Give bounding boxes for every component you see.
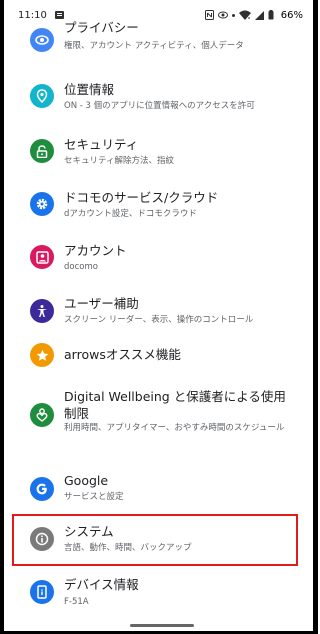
- settings-item-accessibility[interactable]: ユーザー補助 スクリーン リーダー、表示、操作のコントロール: [8, 290, 308, 336]
- settings-item-subtitle: dアカウント設定、ドコモクラウド: [64, 209, 197, 219]
- settings-item-subtitle: サービスと設定: [64, 492, 124, 502]
- google-icon: [30, 477, 54, 501]
- star-icon: [30, 343, 54, 367]
- device-info-icon: [30, 580, 54, 604]
- settings-item-subtitle: F-51A: [64, 597, 89, 607]
- settings-item-subtitle: docomo: [64, 262, 98, 272]
- settings-item-device-info[interactable]: デバイス情報 F-51A: [8, 573, 308, 619]
- settings-item-title: ドコモのサービス/クラウド: [64, 190, 219, 205]
- settings-item-subtitle: スクリーン リーダー、表示、操作のコントロール: [64, 315, 254, 325]
- lock-icon: [30, 139, 54, 163]
- settings-item-privacy[interactable]: プライバシー 権限、アカウント アクティビティ、個人データ: [8, 0, 308, 62]
- settings-item-location[interactable]: 位置情報 ON - 3 個のアプリに位置情報へのアクセスを許可: [8, 74, 308, 120]
- settings-item-account[interactable]: アカウント docomo: [8, 236, 308, 282]
- settings-item-system[interactable]: システム 言語、動作、時間、バックアップ: [8, 522, 308, 568]
- settings-item-title: プライバシー: [64, 20, 139, 35]
- settings-item-subtitle: 権限、アカウント アクティビティ、個人データ: [64, 41, 244, 51]
- settings-item-subtitle: 言語、動作、時間、バックアップ: [64, 543, 192, 553]
- settings-item-subtitle: ON - 3 個のアプリに位置情報へのアクセスを許可: [64, 101, 255, 111]
- settings-item-title: アカウント: [64, 243, 127, 258]
- settings-item-title: Google: [64, 473, 109, 488]
- eye-icon: [30, 28, 54, 52]
- gear-icon: [30, 192, 54, 216]
- settings-item-google[interactable]: Google サービスと設定: [8, 470, 308, 516]
- info-icon: [30, 527, 54, 551]
- settings-item-title: ユーザー補助: [64, 296, 139, 311]
- settings-item-title: 位置情報: [64, 82, 115, 97]
- wellbeing-icon: [30, 403, 54, 427]
- settings-item-arrows-features[interactable]: arrowsオススメ機能: [8, 342, 308, 382]
- settings-item-docomo-services[interactable]: ドコモのサービス/クラウド dアカウント設定、ドコモクラウド: [8, 183, 308, 229]
- settings-list: プライバシー 権限、アカウント アクティビティ、個人データ 位置情報 ON - …: [8, 20, 308, 631]
- phone-screen: 11:10 66% プライバシー 権限、アカウント アクティビティ、個人データ …: [0, 0, 318, 634]
- settings-item-title: デバイス情報: [64, 577, 139, 592]
- gesture-nav-handle[interactable]: [130, 624, 194, 627]
- account-box-icon: [30, 245, 54, 269]
- settings-item-title: Digital Wellbeing と保護者による使用制限: [64, 389, 286, 421]
- location-pin-icon: [30, 84, 54, 108]
- settings-item-security[interactable]: セキュリティ セキュリティ解除方法、指紋: [8, 130, 308, 176]
- settings-item-title: arrowsオススメ機能: [64, 347, 181, 362]
- settings-item-title: セキュリティ: [64, 137, 139, 152]
- settings-item-digital-wellbeing[interactable]: Digital Wellbeing と保護者による使用制限 利用時間、アプリタイ…: [8, 384, 308, 460]
- settings-item-subtitle: 利用時間、アプリタイマー、おやすみ時間のスケジュール: [64, 423, 285, 433]
- settings-item-subtitle: セキュリティ解除方法、指紋: [64, 156, 174, 166]
- accessibility-icon: [30, 299, 54, 323]
- settings-item-title: システム: [64, 524, 114, 539]
